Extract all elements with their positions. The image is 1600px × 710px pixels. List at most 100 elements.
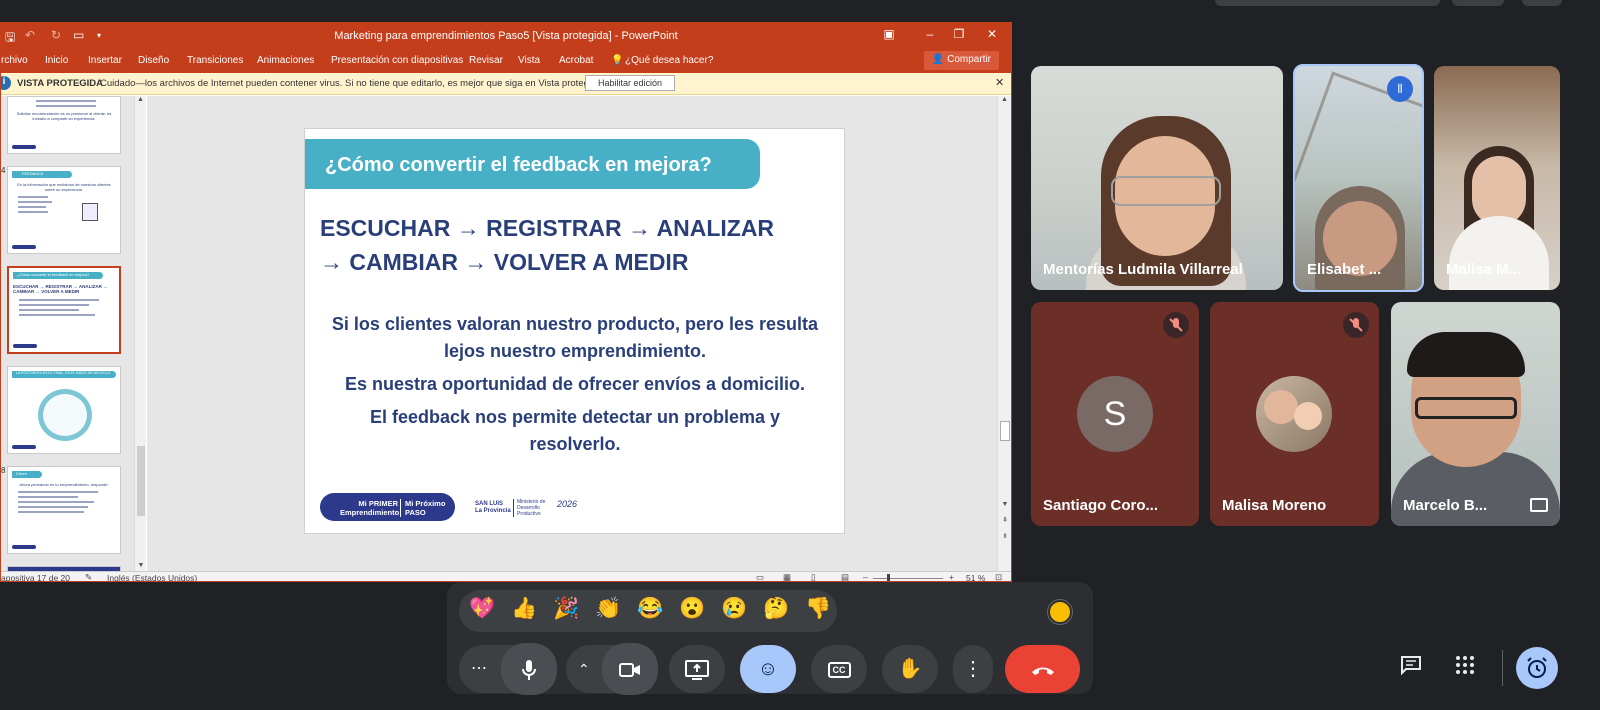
more-options-button[interactable]: ⋮ <box>953 645 993 693</box>
reaction-laugh[interactable]: 😂 <box>637 597 663 621</box>
next-slide-icon[interactable]: ⇟ <box>998 532 1011 540</box>
protected-view-bar: i VISTA PROTEGIDA Cuidado—los archivos d… <box>1 73 1011 95</box>
reaction-clap[interactable]: 👏 <box>595 597 621 621</box>
tab-transiciones[interactable]: Transiciones <box>187 55 243 66</box>
current-slide[interactable]: ¿Cómo convertir el feedback en mejora? E… <box>304 128 845 534</box>
reaction-surprised[interactable]: 😮 <box>679 597 705 621</box>
tab-vista[interactable]: Vista <box>518 55 540 66</box>
zoom-out-icon[interactable]: – <box>863 572 868 581</box>
tab-acrobat[interactable]: Acrobat <box>559 55 593 66</box>
slide-sorter-icon[interactable]: ▦ <box>783 572 791 581</box>
zoom-in-icon[interactable]: + <box>949 572 954 581</box>
reactions-button[interactable]: ☺ <box>740 645 796 693</box>
prev-slide-icon[interactable]: ⇞ <box>998 516 1011 524</box>
reaction-thumbs-up[interactable]: 👍 <box>511 597 537 621</box>
zoom-thumb[interactable] <box>887 574 890 581</box>
participant-tile[interactable]: Marcelo B... <box>1391 302 1560 526</box>
chat-icon[interactable] <box>1398 655 1424 681</box>
slide-main-text: ESCUCHAR → REGISTRAR → ANALIZAR → CAMBIA… <box>320 211 830 279</box>
reaction-thinking[interactable]: 🤔 <box>763 597 789 621</box>
cycle-diagram-thumb <box>38 389 92 441</box>
slide-thumbnail[interactable]: Cierre Ahora pensando en tu emprendimien… <box>7 466 121 554</box>
top-bar-fragment <box>1452 0 1504 6</box>
main-line-1: ESCUCHAR → REGISTRAR → ANALIZAR <box>320 215 775 241</box>
leave-call-button[interactable] <box>1005 645 1080 693</box>
thumbnails-scrollbar[interactable]: ▲ ▼ <box>134 96 146 571</box>
close-bar-icon[interactable]: ✕ <box>995 76 1004 89</box>
reaction-party[interactable]: 🎉 <box>553 597 579 621</box>
thumb-title: Cierre <box>16 471 27 476</box>
zoom-level[interactable]: 51 % <box>966 573 985 581</box>
ribbon-tabs: rchivo Inicio Insertar Diseño Transicion… <box>1 49 1011 73</box>
timer-button[interactable] <box>1516 647 1558 689</box>
reaction-thumbs-down[interactable]: 👎 <box>805 597 831 621</box>
normal-view-icon[interactable]: ▭ <box>756 572 764 581</box>
slide-thumbnail[interactable]: Solicitar recomendación es no presionar … <box>7 96 121 154</box>
scroll-up-icon[interactable]: ▲ <box>135 96 146 103</box>
slide-thumbnail-selected[interactable]: ¿Cómo convertir el feedback en mejora? E… <box>7 266 121 354</box>
pip-icon[interactable] <box>1530 498 1548 512</box>
tell-me-search[interactable]: ¿Qué desea hacer? <box>625 55 713 66</box>
tab-animaciones[interactable]: Animaciones <box>257 55 314 66</box>
fit-slide-icon[interactable]: ⊡ <box>995 572 1002 581</box>
present-screen-button[interactable] <box>669 645 725 693</box>
slide-thumbnails-pane: Solicitar recomendación es no presionar … <box>1 96 134 581</box>
thumb-number: 8 <box>1 466 6 475</box>
logo-2026: 2026 <box>557 499 578 509</box>
language-status[interactable]: Inglés (Estados Unidos) <box>107 573 197 581</box>
thumb-text: Solicitar recomendación es no presionar … <box>16 111 112 121</box>
raise-hand-button[interactable]: ✋ <box>882 645 938 693</box>
camera-icon[interactable] <box>602 643 658 695</box>
more-audio-icon[interactable]: ⋯ <box>471 645 487 693</box>
participant-tile[interactable]: Mentorías Ludmila Villarreal <box>1031 66 1283 290</box>
activities-icon[interactable] <box>1455 655 1481 681</box>
microphone-icon[interactable] <box>501 643 557 695</box>
close-icon[interactable]: ✕ <box>981 27 1003 41</box>
share-button[interactable]: 👤 Compartir <box>923 51 999 70</box>
spellcheck-icon[interactable]: ✎ <box>85 572 92 581</box>
minimize-icon[interactable]: – <box>919 27 941 41</box>
zoom-slider[interactable] <box>873 578 943 579</box>
participant-tile-speaking[interactable]: ⦀ Elisabet ... <box>1293 64 1424 292</box>
maximize-icon[interactable]: ❐ <box>948 27 970 41</box>
tab-insertar[interactable]: Insertar <box>88 55 122 66</box>
scroll-up-icon[interactable]: ▲ <box>998 96 1011 103</box>
speaking-indicator-icon: ⦀ <box>1387 76 1413 102</box>
share-label: Compartir <box>947 54 991 65</box>
slide-thumbnail[interactable]: FEEDBACK Es la información que recibimos… <box>7 166 121 254</box>
tab-archivo[interactable]: rchivo <box>1 55 28 66</box>
thumb-text: Es la información que recibimos de nuest… <box>17 182 111 192</box>
slide-counter: apositiva 17 de 20 <box>1 573 70 582</box>
slide-paragraph: Es nuestra oportunidad de ofrecer envíos… <box>344 374 806 394</box>
tab-revisar[interactable]: Revisar <box>469 55 503 66</box>
status-bar: apositiva 17 de 20 ✎ Inglés (Estados Uni… <box>1 571 1011 582</box>
participant-tile[interactable]: Malisa M... <box>1434 66 1560 290</box>
ribbon-options-icon[interactable]: ▣ <box>878 27 900 41</box>
slide-paragraph: Si los clientes valoran nuestro producto… <box>331 314 819 361</box>
slide-thumbnail[interactable]: LA POSTVENTA ES EL FINAL, ES EL INICIO D… <box>7 366 121 454</box>
reaction-sad[interactable]: 😢 <box>721 597 747 621</box>
captions-button[interactable]: CC <box>811 645 867 693</box>
slide-scrollbar[interactable]: ▲ ▼ ⇞ ⇟ <box>997 96 1011 571</box>
smiley-icon: ☺ <box>757 658 779 680</box>
divider <box>1502 650 1503 686</box>
scroll-down-icon[interactable]: ▼ <box>135 562 147 569</box>
slideshow-icon[interactable]: ▤ <box>841 572 849 581</box>
chevron-up-icon[interactable]: ⌃ <box>578 645 590 693</box>
skin-tone-selector[interactable] <box>1048 600 1072 624</box>
hand-icon: ✋ <box>897 658 923 680</box>
slide-paragraph: El feedback nos permite detectar un prob… <box>369 407 781 454</box>
info-icon: i <box>1 76 11 90</box>
thumb-text: ESCUCHAR → REGISTRAR → ANALIZAR → CAMBIA… <box>13 284 108 294</box>
tab-inicio[interactable]: Inicio <box>45 55 68 66</box>
scroll-down-icon[interactable]: ▼ <box>998 501 1011 508</box>
reaction-heart[interactable]: 💖 <box>469 597 495 621</box>
participant-tile[interactable]: S Santiago Coro... <box>1031 302 1199 526</box>
tab-presentacion[interactable]: Presentación con diapositivas <box>331 55 463 66</box>
alarm-clock-icon <box>1527 657 1547 678</box>
participant-tile[interactable]: Malisa Moreno <box>1210 302 1379 526</box>
tab-diseno[interactable]: Diseño <box>138 55 169 66</box>
more-vert-icon: ⋮ <box>963 658 983 680</box>
reading-view-icon[interactable]: ▯ <box>811 572 816 581</box>
enable-editing-button[interactable]: Habilitar edición <box>585 75 675 91</box>
